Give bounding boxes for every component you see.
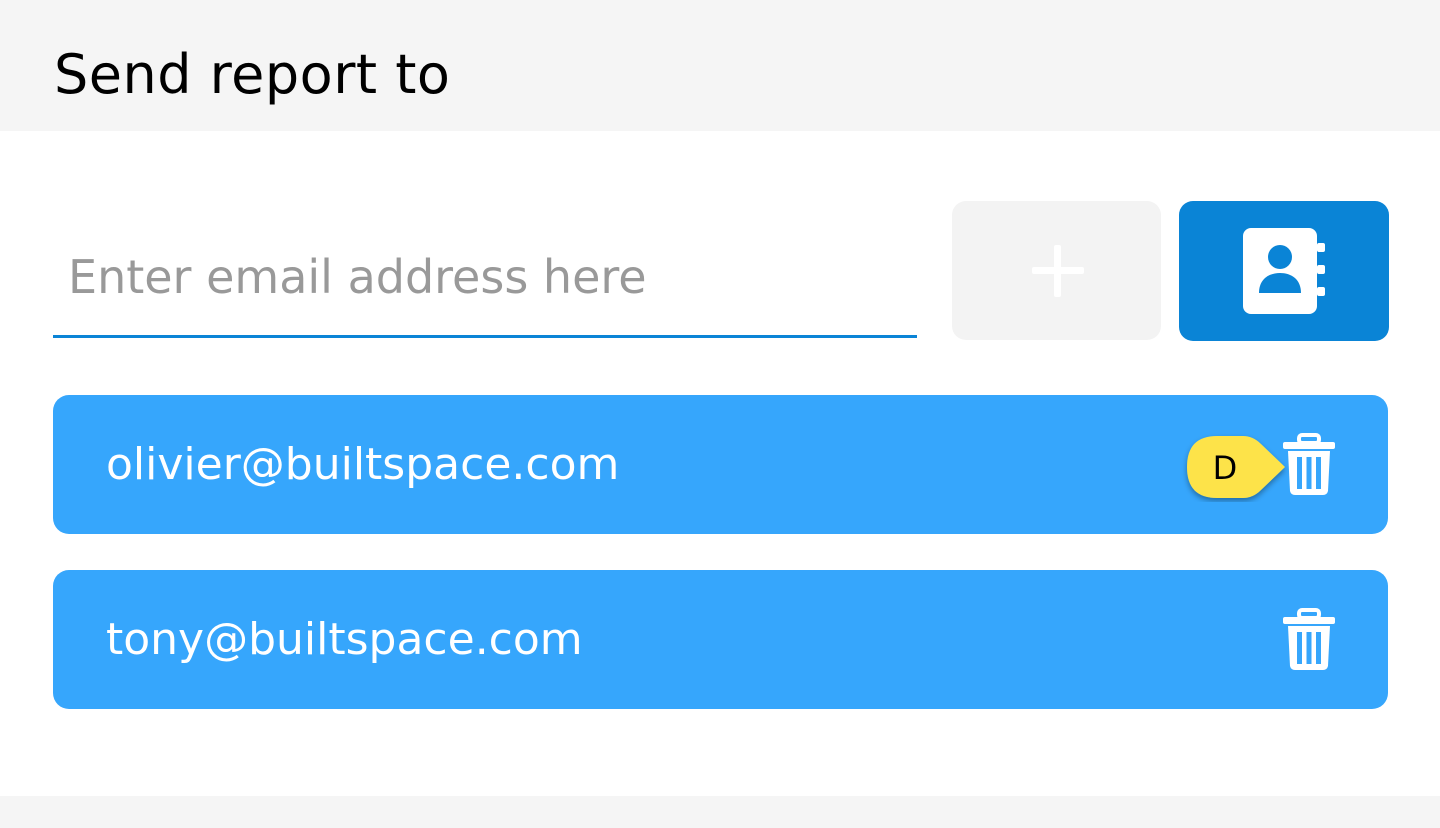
recipient-email: tony@builtspace.com (106, 614, 583, 665)
recipient-email: olivier@builtspace.com (106, 439, 620, 490)
callout-label: D (1212, 449, 1238, 487)
add-email-button[interactable] (952, 201, 1161, 340)
header-bar: Send report to (0, 0, 1440, 131)
footer-bar (0, 796, 1440, 828)
trash-icon[interactable] (1281, 608, 1337, 672)
recipient-item: tony@builtspace.com (53, 570, 1388, 709)
page-title: Send report to (54, 43, 451, 106)
email-input[interactable] (53, 224, 917, 338)
contact-book-icon (1243, 228, 1325, 314)
contacts-button[interactable] (1179, 201, 1389, 341)
